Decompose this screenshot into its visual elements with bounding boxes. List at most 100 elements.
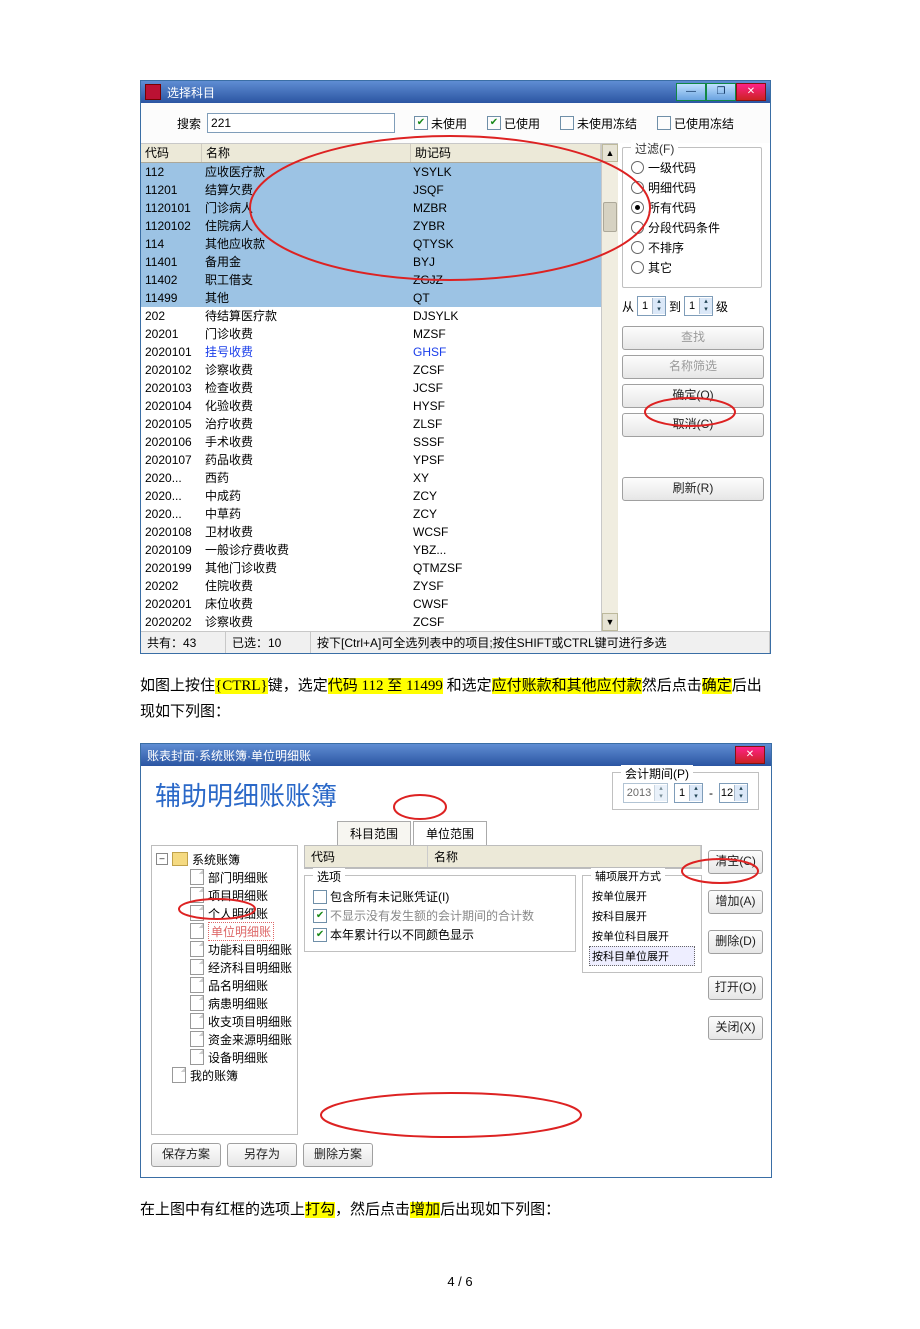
range-tabs: 科目范围 单位范围 [337, 821, 761, 845]
tree-item[interactable]: 功能科目明细账 [190, 940, 293, 958]
tree-item[interactable]: 部门明细账 [190, 868, 293, 886]
table-row[interactable]: 20202住院收费ZYSF [141, 577, 601, 595]
table-row[interactable]: 202待结算医疗款DJSYLK [141, 307, 601, 325]
clear-button[interactable]: 清空(C) [708, 850, 763, 874]
checkbox-unused[interactable]: ✔未使用 [414, 115, 467, 132]
delete-button[interactable]: 删除(D) [708, 930, 763, 954]
close-button[interactable]: ✕ [735, 746, 765, 764]
grid-col-name[interactable]: 名称 [428, 846, 701, 867]
scroll-up-icon[interactable]: ▲ [602, 144, 618, 162]
search-input[interactable] [207, 113, 395, 133]
col-mnem[interactable]: 助记码 [411, 144, 601, 162]
table-row[interactable]: 2020202诊察收费ZCSF [141, 613, 601, 631]
subject-list[interactable]: 代码 名称 助记码 112应收医疗款YSYLK11201结算欠费JSQF1120… [141, 143, 618, 631]
page-number: 4 / 6 [0, 1274, 920, 1289]
filter-radio[interactable]: 明细代码 [631, 179, 753, 196]
save-scheme-button[interactable]: 保存方案 [151, 1143, 221, 1167]
opt-include-unposted[interactable]: 包含所有未记账凭证(I) [313, 888, 567, 905]
tab-unit-range[interactable]: 单位范围 [413, 821, 487, 845]
cancel-button[interactable]: 取消(C) [622, 413, 764, 437]
tree-item[interactable]: 病患明细账 [190, 994, 293, 1012]
table-row[interactable]: 11402职工借支ZGJZ [141, 271, 601, 289]
checkbox-used[interactable]: ✔已使用 [487, 115, 540, 132]
close-button[interactable]: ✕ [736, 83, 766, 101]
tree-item[interactable]: 单位明细账 [190, 922, 293, 940]
table-row[interactable]: 2020105治疗收费ZLSF [141, 415, 601, 433]
minimize-button[interactable]: — [676, 83, 706, 101]
titlebar[interactable]: 账表封面·系统账簿·单位明细账 ✕ [141, 744, 771, 766]
expand-icon[interactable]: – [156, 853, 168, 865]
table-row[interactable]: 2020102诊察收费ZCSF [141, 361, 601, 379]
scrollbar[interactable]: ▲ ▼ [601, 144, 618, 631]
table-row[interactable]: 11401备用金BYJ [141, 253, 601, 271]
year-spin[interactable]: 2013▴▾ [623, 783, 668, 803]
level-to-spin[interactable]: 1▴▾ [684, 296, 713, 316]
scroll-thumb[interactable] [603, 202, 617, 232]
unit-grid[interactable]: 代码 名称 [304, 845, 702, 869]
table-row[interactable]: 11201结算欠费JSQF [141, 181, 601, 199]
maximize-button[interactable]: ❐ [706, 83, 736, 101]
table-row[interactable]: 2020101挂号收费GHSF [141, 343, 601, 361]
refresh-button[interactable]: 刷新(R) [622, 477, 764, 501]
checkbox-unused-frozen[interactable]: 未使用冻结 [560, 115, 637, 132]
table-row[interactable]: 112应收医疗款YSYLK [141, 163, 601, 181]
table-row[interactable]: 2020107药品收费YPSF [141, 451, 601, 469]
aux-expand-item[interactable]: 按科目单位展开 [589, 946, 695, 966]
table-row[interactable]: 2020103检查收费JCSF [141, 379, 601, 397]
table-row[interactable]: 20201门诊收费MZSF [141, 325, 601, 343]
table-row[interactable]: 2020104化验收费HYSF [141, 397, 601, 415]
aux-expand-item[interactable]: 按单位展开 [589, 886, 695, 906]
month-from-spin[interactable]: 1▴▾ [674, 783, 703, 803]
tree-item[interactable]: 资金来源明细账 [190, 1030, 293, 1048]
opt-hide-zero[interactable]: ✔不显示没有发生额的会计期间的合计数 [313, 907, 567, 924]
table-row[interactable]: 114其他应收款QTYSK [141, 235, 601, 253]
table-row[interactable]: 11499其他QT [141, 289, 601, 307]
add-button[interactable]: 增加(A) [708, 890, 763, 914]
table-row[interactable]: 1120101门诊病人MZBR [141, 199, 601, 217]
tree-item[interactable]: 设备明细账 [190, 1048, 293, 1066]
tree-item[interactable]: 个人明细账 [190, 904, 293, 922]
filter-radio[interactable]: 不排序 [631, 239, 753, 256]
table-row[interactable]: 1120102住院病人ZYBR [141, 217, 601, 235]
table-row[interactable]: 2020...西药XY [141, 469, 601, 487]
aux-expand-item[interactable]: 按单位科目展开 [589, 926, 695, 946]
delete-scheme-button[interactable]: 删除方案 [303, 1143, 373, 1167]
instruction-2: 在上图中有红框的选项上打勾，然后点击增加后出现如下列图： [140, 1198, 770, 1224]
table-row[interactable]: 2020201床位收费CWSF [141, 595, 601, 613]
table-row[interactable]: 2020...中草药ZCY [141, 505, 601, 523]
table-row[interactable]: 2020109一般诊疗费收费YBZ... [141, 541, 601, 559]
col-name[interactable]: 名称 [202, 144, 411, 162]
filter-radio[interactable]: 一级代码 [631, 159, 753, 176]
col-code[interactable]: 代码 [141, 144, 202, 162]
table-row[interactable]: 2020199其他门诊收费QTMZSF [141, 559, 601, 577]
table-row[interactable]: 2020...中成药ZCY [141, 487, 601, 505]
filter-group: 过滤(F) 一级代码明细代码所有代码分段代码条件不排序其它 [622, 147, 762, 288]
ledger-cover-dialog: 账表封面·系统账簿·单位明细账 ✕ 辅助明细账账簿 会计期间(P) 2013▴▾… [140, 743, 770, 1178]
instruction-1: 如图上按住{CTRL}键，选定代码 112 至 11499 和选定应付账款和其他… [140, 674, 770, 725]
aux-expand-item[interactable]: 按科目展开 [589, 906, 695, 926]
filter-radio[interactable]: 分段代码条件 [631, 219, 753, 236]
titlebar[interactable]: 选择科目 — ❐ ✕ [141, 81, 770, 103]
find-button[interactable]: 查找 [622, 326, 764, 350]
filter-radio[interactable]: 其它 [631, 259, 753, 276]
tree-item[interactable]: 品名明细账 [190, 976, 293, 994]
saveas-scheme-button[interactable]: 另存为 [227, 1143, 297, 1167]
opt-color-ytd[interactable]: ✔本年累计行以不同颜色显示 [313, 926, 567, 943]
open-button[interactable]: 打开(O) [708, 976, 763, 1000]
ok-button[interactable]: 确定(O) [622, 384, 764, 408]
tab-subject-range[interactable]: 科目范围 [337, 821, 411, 845]
level-from-spin[interactable]: 1▴▾ [637, 296, 666, 316]
table-row[interactable]: 2020108卫材收费WCSF [141, 523, 601, 541]
ledger-tree[interactable]: –系统账簿 部门明细账项目明细账个人明细账单位明细账功能科目明细账经济科目明细账… [151, 845, 298, 1135]
scroll-down-icon[interactable]: ▼ [602, 613, 618, 631]
table-row[interactable]: 2020106手术收费SSSF [141, 433, 601, 451]
close-dialog-button[interactable]: 关闭(X) [708, 1016, 763, 1040]
month-to-spin[interactable]: 12▴▾ [719, 783, 748, 803]
grid-col-code[interactable]: 代码 [305, 846, 428, 867]
tree-item[interactable]: 收支项目明细账 [190, 1012, 293, 1030]
filter-radio[interactable]: 所有代码 [631, 199, 753, 216]
tree-item[interactable]: 经济科目明细账 [190, 958, 293, 976]
tree-item[interactable]: 项目明细账 [190, 886, 293, 904]
name-filter-button[interactable]: 名称筛选 [622, 355, 764, 379]
checkbox-used-frozen[interactable]: 已使用冻结 [657, 115, 734, 132]
